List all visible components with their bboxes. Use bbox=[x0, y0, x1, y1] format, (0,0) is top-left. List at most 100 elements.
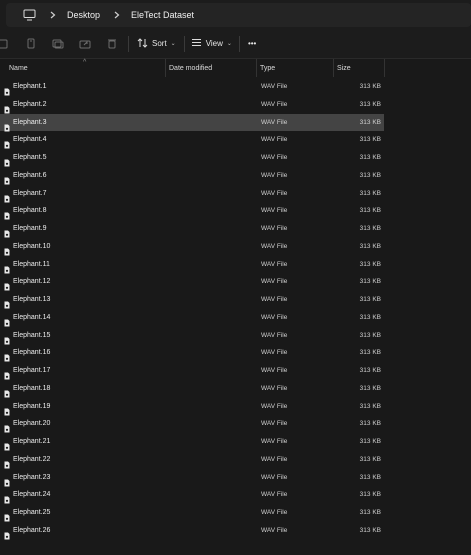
file-row[interactable]: Elephant.20 WAV File 313 KB bbox=[0, 415, 384, 433]
file-name: Elephant.2 bbox=[13, 100, 47, 108]
share-icon[interactable] bbox=[78, 37, 92, 51]
file-name: Elephant.22 bbox=[13, 455, 51, 463]
file-row[interactable]: Elephant.19 WAV File 313 KB bbox=[0, 398, 384, 416]
sort-icon bbox=[137, 37, 148, 50]
file-size: 313 KB bbox=[359, 278, 381, 286]
file-row[interactable]: Elephant.25 WAV File 313 KB bbox=[0, 504, 384, 522]
audio-file-icon bbox=[4, 261, 10, 273]
file-type: WAV File bbox=[261, 473, 288, 481]
audio-file-icon bbox=[4, 154, 10, 167]
address-bar: Desktop EleTect Dataset bbox=[0, 0, 471, 29]
breadcrumb[interactable]: Desktop EleTect Dataset bbox=[6, 3, 471, 27]
column-header: ^ Name Date modified Type Size bbox=[0, 59, 471, 77]
file-row[interactable]: Elephant.6 WAV File 313 KB bbox=[0, 167, 384, 185]
file-name: Elephant.10 bbox=[13, 242, 51, 250]
sort-button[interactable]: Sort ⌄ bbox=[137, 34, 176, 54]
file-size: 313 KB bbox=[359, 509, 381, 516]
file-name: Elephant.4 bbox=[13, 136, 47, 144]
file-size: 313 KB bbox=[359, 83, 381, 90]
file-row[interactable]: Elephant.4 WAV File 313 KB bbox=[0, 131, 384, 149]
file-type: WAV File bbox=[261, 118, 288, 126]
new-icon[interactable] bbox=[0, 37, 10, 51]
file-row[interactable]: Elephant.13 WAV File 313 KB bbox=[0, 291, 384, 309]
file-row[interactable]: Elephant.18 WAV File 313 KB bbox=[0, 380, 384, 398]
file-row[interactable]: Elephant.8 WAV File 313 KB bbox=[0, 202, 384, 220]
file-type: WAV File bbox=[261, 171, 288, 179]
file-row[interactable]: Elephant.10 WAV File 313 KB bbox=[0, 238, 384, 256]
file-size: 313 KB bbox=[359, 242, 381, 250]
file-row[interactable]: Elephant.14 WAV File 313 KB bbox=[0, 309, 384, 327]
file-name: Elephant.25 bbox=[13, 509, 51, 516]
file-row[interactable]: Elephant.3 WAV File 313 KB bbox=[0, 113, 384, 132]
file-size: 313 KB bbox=[359, 473, 381, 481]
file-row[interactable]: Elephant.24 WAV File 313 KB bbox=[0, 486, 384, 504]
file-row[interactable]: Elephant.21 WAV File 313 KB bbox=[0, 433, 384, 451]
audio-file-icon bbox=[4, 207, 10, 220]
view-button[interactable]: View ⌄ bbox=[191, 34, 232, 54]
file-row[interactable]: Elephant.12 WAV File 313 KB bbox=[0, 273, 384, 291]
column-divider[interactable] bbox=[165, 59, 166, 77]
see-more-button[interactable]: ••• bbox=[248, 34, 256, 54]
delete-icon[interactable] bbox=[105, 37, 119, 51]
file-name: Elephant.5 bbox=[13, 154, 47, 161]
file-size: 313 KB bbox=[359, 171, 381, 179]
this-pc-icon[interactable] bbox=[22, 8, 36, 22]
file-size: 313 KB bbox=[359, 491, 381, 499]
column-type[interactable]: Type bbox=[260, 59, 275, 77]
file-name: Elephant.21 bbox=[13, 438, 51, 445]
file-row[interactable]: Elephant.11 WAV File 313 KB bbox=[0, 256, 384, 274]
file-name: Elephant.12 bbox=[13, 278, 51, 286]
breadcrumb-desktop[interactable]: Desktop bbox=[67, 10, 100, 20]
column-name[interactable]: Name bbox=[9, 59, 28, 77]
audio-file-icon bbox=[4, 491, 10, 504]
chevron-right-icon[interactable] bbox=[48, 9, 58, 21]
file-row[interactable]: Elephant.23 WAV File 313 KB bbox=[0, 469, 384, 487]
column-size[interactable]: Size bbox=[337, 59, 351, 77]
file-row[interactable]: Elephant.22 WAV File 313 KB bbox=[0, 451, 384, 469]
audio-file-icon bbox=[4, 225, 10, 238]
view-label: View bbox=[205, 39, 223, 48]
file-name: Elephant.1 bbox=[13, 83, 47, 90]
view-icon bbox=[191, 38, 202, 49]
file-name: Elephant.24 bbox=[13, 491, 51, 499]
column-divider[interactable] bbox=[333, 59, 334, 77]
file-row[interactable]: Elephant.15 WAV File 313 KB bbox=[0, 327, 384, 345]
file-row[interactable]: Elephant.1 WAV File 313 KB bbox=[0, 78, 384, 96]
column-date-modified[interactable]: Date modified bbox=[169, 59, 212, 77]
sort-label: Sort bbox=[152, 39, 167, 48]
file-name: Elephant.15 bbox=[13, 331, 51, 339]
column-divider[interactable] bbox=[384, 59, 385, 77]
file-type: WAV File bbox=[261, 83, 288, 90]
file-type: WAV File bbox=[261, 420, 288, 428]
file-type: WAV File bbox=[261, 509, 288, 516]
chevron-right-icon[interactable] bbox=[112, 9, 122, 21]
file-type: WAV File bbox=[261, 100, 288, 108]
cut-icon[interactable] bbox=[24, 37, 38, 51]
audio-file-icon bbox=[4, 438, 10, 451]
audio-file-icon bbox=[4, 278, 10, 291]
file-size: 313 KB bbox=[359, 225, 381, 232]
file-size: 313 KB bbox=[359, 420, 381, 428]
file-type: WAV File bbox=[261, 154, 288, 161]
file-row[interactable]: Elephant.26 WAV File 313 KB bbox=[0, 522, 384, 540]
copy-icon[interactable] bbox=[51, 37, 65, 51]
audio-file-icon bbox=[4, 314, 10, 327]
file-type: WAV File bbox=[261, 189, 288, 197]
column-divider[interactable] bbox=[256, 59, 257, 77]
file-row[interactable]: Elephant.16 WAV File 313 KB bbox=[0, 344, 384, 362]
file-type: WAV File bbox=[261, 455, 288, 463]
file-size: 313 KB bbox=[359, 260, 381, 268]
audio-file-icon bbox=[4, 367, 10, 380]
file-row[interactable]: Elephant.9 WAV File 313 KB bbox=[0, 220, 384, 238]
toolbar-divider bbox=[183, 35, 185, 52]
file-size: 313 KB bbox=[359, 313, 381, 321]
file-name: Elephant.13 bbox=[13, 296, 51, 303]
breadcrumb-eletect-dataset[interactable]: EleTect Dataset bbox=[131, 10, 194, 20]
file-row[interactable]: Elephant.7 WAV File 313 KB bbox=[0, 185, 384, 203]
more-icon: ••• bbox=[247, 39, 257, 48]
file-name: Elephant.26 bbox=[13, 526, 51, 534]
file-row[interactable]: Elephant.2 WAV File 313 KB bbox=[0, 96, 384, 114]
audio-file-icon bbox=[4, 101, 10, 114]
file-row[interactable]: Elephant.5 WAV File 313 KB bbox=[0, 149, 384, 167]
file-row[interactable]: Elephant.17 WAV File 313 KB bbox=[0, 362, 384, 380]
